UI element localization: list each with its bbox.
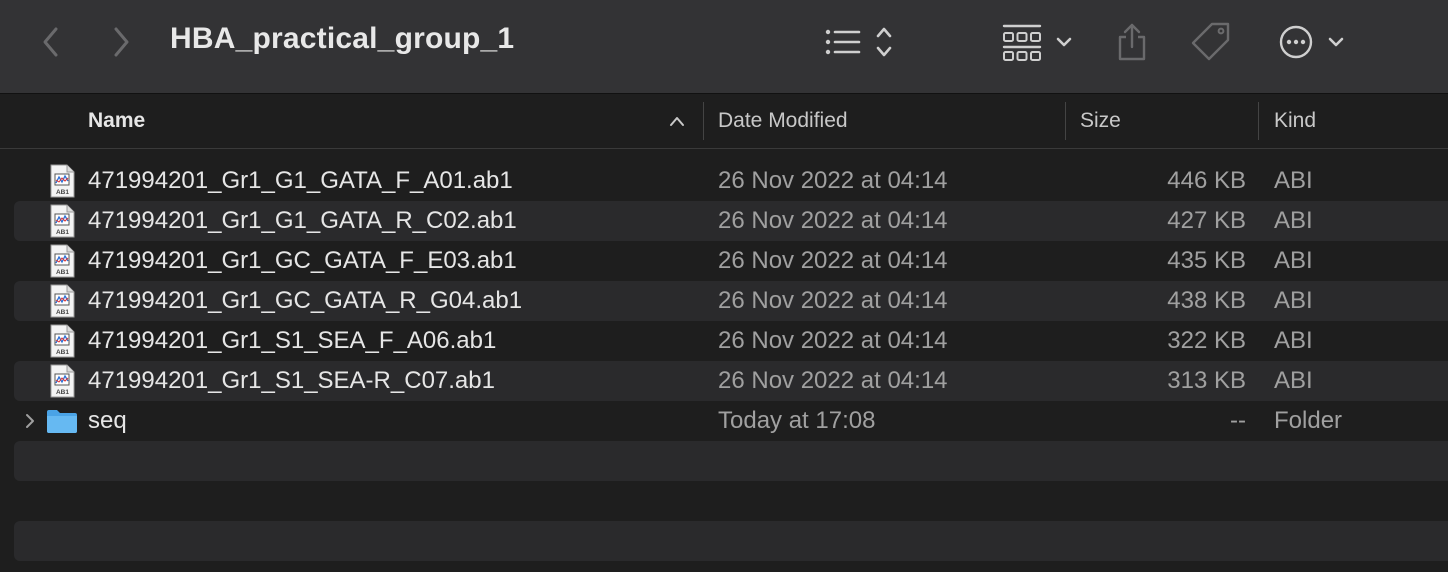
share-button[interactable] — [1114, 20, 1150, 64]
file-row[interactable]: AB1 471994201_Gr1_GC_GATA_R_G04.ab1 26 N… — [0, 281, 1448, 321]
ab1-document-icon: AB1 — [50, 204, 75, 238]
row-background — [14, 441, 1448, 481]
file-kind: ABI — [1274, 287, 1313, 314]
empty-row — [0, 481, 1448, 521]
column-divider[interactable] — [703, 102, 704, 140]
file-icon-label: AB1 — [56, 309, 69, 316]
file-kind: ABI — [1274, 207, 1313, 234]
column-divider[interactable] — [1065, 102, 1066, 140]
file-name: 471994201_Gr1_GC_GATA_F_E03.ab1 — [88, 247, 517, 274]
file-size: 313 KB — [1167, 367, 1246, 394]
file-kind: ABI — [1274, 167, 1313, 194]
list-view-icon — [825, 27, 892, 57]
file-row[interactable]: AB1 471994201_Gr1_G1_GATA_F_A01.ab1 26 N… — [0, 161, 1448, 201]
file-size: 427 KB — [1167, 207, 1246, 234]
file-size: 446 KB — [1167, 167, 1246, 194]
ab1-document-icon: AB1 — [50, 244, 75, 278]
file-date-modified: 26 Nov 2022 at 04:14 — [718, 367, 948, 394]
more-actions-button[interactable] — [1276, 22, 1352, 62]
sort-ascending-icon[interactable] — [666, 111, 688, 131]
file-row[interactable]: AB1 471994201_Gr1_GC_GATA_F_E03.ab1 26 N… — [0, 241, 1448, 281]
view-options-button[interactable] — [822, 24, 898, 60]
ab1-document-icon: AB1 — [50, 364, 75, 398]
file-icon-label: AB1 — [56, 269, 69, 276]
toolbar: HBA_practical_group_1 — [0, 0, 1448, 94]
file-name: 471994201_Gr1_GC_GATA_R_G04.ab1 — [88, 287, 523, 314]
file-size: 435 KB — [1167, 247, 1246, 274]
file-icon-label: AB1 — [56, 189, 69, 196]
file-icon-label: AB1 — [56, 229, 69, 236]
empty-row — [0, 521, 1448, 561]
tag-icon — [1191, 22, 1230, 61]
row-background — [14, 521, 1448, 561]
file-icon-label: AB1 — [56, 389, 69, 396]
finder-window: HBA_practical_group_1 Name Date Modified… — [0, 0, 1448, 572]
forward-button[interactable] — [104, 24, 140, 60]
window-title: HBA_practical_group_1 — [170, 22, 515, 55]
file-row[interactable]: AB1 471994201_Gr1_G1_GATA_R_C02.ab1 26 N… — [0, 201, 1448, 241]
file-row[interactable]: AB1 471994201_Gr1_S1_SEA-R_C07.ab1 26 No… — [0, 361, 1448, 401]
column-header-bar: Name Date Modified Size Kind — [0, 94, 1448, 149]
back-button[interactable] — [32, 24, 68, 60]
file-date-modified: 26 Nov 2022 at 04:14 — [718, 207, 948, 234]
chevron-left-icon — [43, 27, 58, 57]
folder-date-modified: Today at 17:08 — [718, 407, 876, 434]
ab1-document-icon: AB1 — [50, 164, 75, 198]
file-date-modified: 26 Nov 2022 at 04:14 — [718, 327, 948, 354]
column-header-kind[interactable]: Kind — [1274, 94, 1316, 148]
file-row[interactable]: AB1 471994201_Gr1_S1_SEA_F_A06.ab1 26 No… — [0, 321, 1448, 361]
row-background — [14, 481, 1448, 521]
file-kind: ABI — [1274, 247, 1313, 274]
folder-size: -- — [1230, 407, 1246, 434]
file-date-modified: 26 Nov 2022 at 04:14 — [718, 167, 948, 194]
column-divider[interactable] — [1258, 102, 1259, 140]
file-icon-label: AB1 — [56, 349, 69, 356]
ab1-document-icon: AB1 — [50, 324, 75, 358]
column-header-size[interactable]: Size — [1080, 94, 1121, 148]
file-date-modified: 26 Nov 2022 at 04:14 — [718, 287, 948, 314]
share-icon — [1118, 23, 1146, 61]
folder-name: seq — [88, 407, 127, 434]
chevron-right-icon — [114, 27, 129, 57]
file-name: 471994201_Gr1_G1_GATA_F_A01.ab1 — [88, 167, 513, 194]
group-grid-icon — [1002, 24, 1072, 61]
file-name: 471994201_Gr1_G1_GATA_R_C02.ab1 — [88, 207, 517, 234]
ab1-document-icon: AB1 — [50, 284, 75, 318]
file-size: 438 KB — [1167, 287, 1246, 314]
folder-icon — [47, 410, 77, 433]
file-date-modified: 26 Nov 2022 at 04:14 — [718, 247, 948, 274]
more-ellipsis-icon — [1279, 25, 1344, 59]
file-name: 471994201_Gr1_S1_SEA-R_C07.ab1 — [88, 367, 495, 394]
tag-button[interactable] — [1188, 20, 1234, 64]
folder-row[interactable]: seq Today at 17:08 -- Folder — [0, 401, 1448, 441]
column-header-name[interactable]: Name — [88, 94, 145, 148]
file-kind: ABI — [1274, 367, 1313, 394]
column-header-date-modified[interactable]: Date Modified — [718, 94, 848, 148]
file-size: 322 KB — [1167, 327, 1246, 354]
file-list: AB1 471994201_Gr1_G1_GATA_F_A01.ab1 26 N… — [0, 161, 1448, 561]
empty-row — [0, 441, 1448, 481]
disclosure-triangle-icon[interactable] — [22, 411, 38, 431]
folder-kind: Folder — [1274, 407, 1343, 434]
group-button[interactable] — [1000, 22, 1076, 62]
file-kind: ABI — [1274, 327, 1313, 354]
file-name: 471994201_Gr1_S1_SEA_F_A06.ab1 — [88, 327, 497, 354]
